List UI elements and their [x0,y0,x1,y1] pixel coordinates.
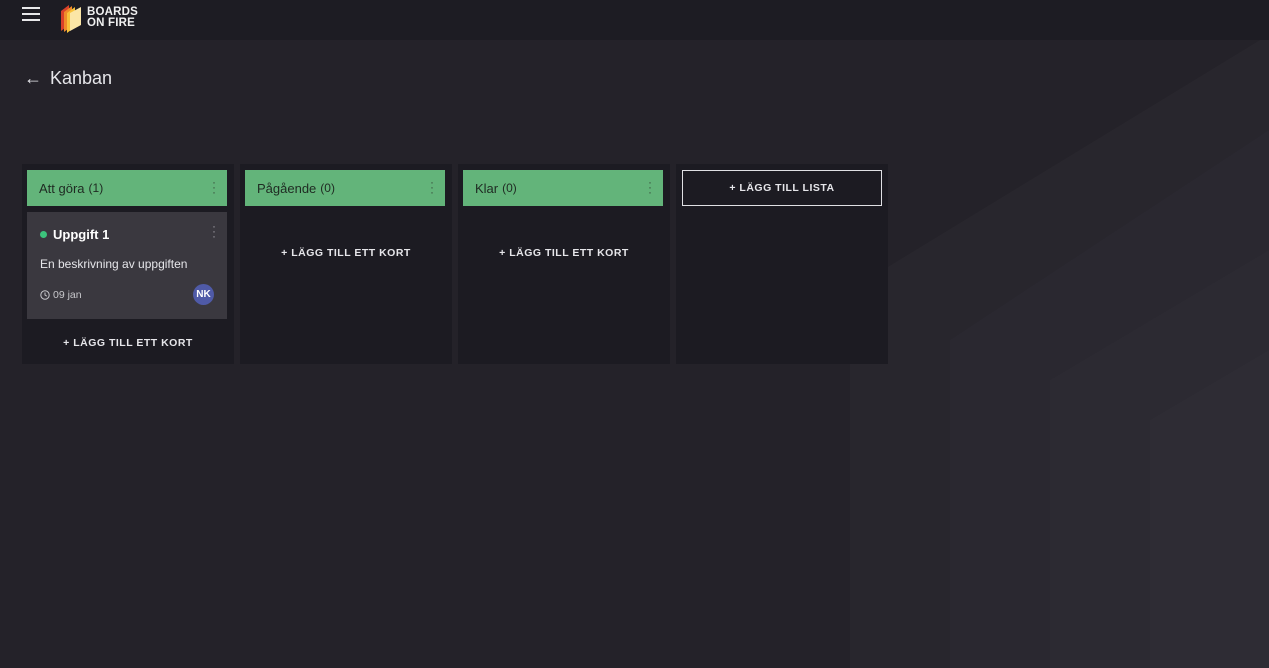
brand-line-2: ON FIRE [87,17,136,29]
card-title: Uppgift 1 [53,227,110,242]
status-dot [40,231,47,238]
list-klar: Klar (0) · · · + LÄGG TILL ETT KORT [458,164,670,364]
list-pagaende: Pågående (0) · · · + LÄGG TILL ETT KORT [240,164,452,364]
list-count: (0) [502,181,517,195]
list-header[interactable]: Klar (0) · · · [463,170,663,206]
card-due-date: 09 jan [53,289,82,301]
page-title: Kanban [50,68,113,88]
add-card-button[interactable]: + LÄGG TILL ETT KORT [22,337,234,349]
back-arrow-icon[interactable]: ← [24,68,42,89]
add-list-button[interactable]: + LÄGG TILL LISTA [682,170,882,206]
task-card[interactable]: Uppgift 1 · · · En beskrivning av uppgifte… [27,212,227,319]
list-title: Att göra [39,180,85,196]
top-bar: BOARDS ON FIRE [0,0,1269,40]
list-title: Klar [475,180,499,196]
card-more-vert-icon[interactable]: · · · [212,220,216,242]
add-list-column: + LÄGG TILL LISTA [676,164,888,364]
list-count: (1) [88,181,104,195]
list-header[interactable]: Att göra (1) · · · [27,170,227,206]
add-card-button[interactable]: + LÄGG TILL ETT KORT [458,247,670,259]
hamburger-menu-icon[interactable] [22,7,40,21]
assignee-avatar[interactable]: NK [193,284,214,305]
brand-logo[interactable]: BOARDS ON FIRE [59,3,138,33]
list-title: Pågående [257,180,317,196]
card-description: En beskrivning av uppgiften [40,257,188,271]
more-vert-icon[interactable]: · · · [648,176,652,198]
more-vert-icon[interactable]: · · · [430,176,434,198]
list-att-gora: Att göra (1) · · · Uppgift 1 · · · En beskriv… [22,164,234,364]
list-header[interactable]: Pågående (0) · · · [245,170,445,206]
fire-logo-icon [61,5,81,33]
add-card-button[interactable]: + LÄGG TILL ETT KORT [240,247,452,259]
list-count: (0) [320,181,335,195]
clock-icon [40,290,50,300]
more-vert-icon[interactable]: · · · [212,176,216,198]
